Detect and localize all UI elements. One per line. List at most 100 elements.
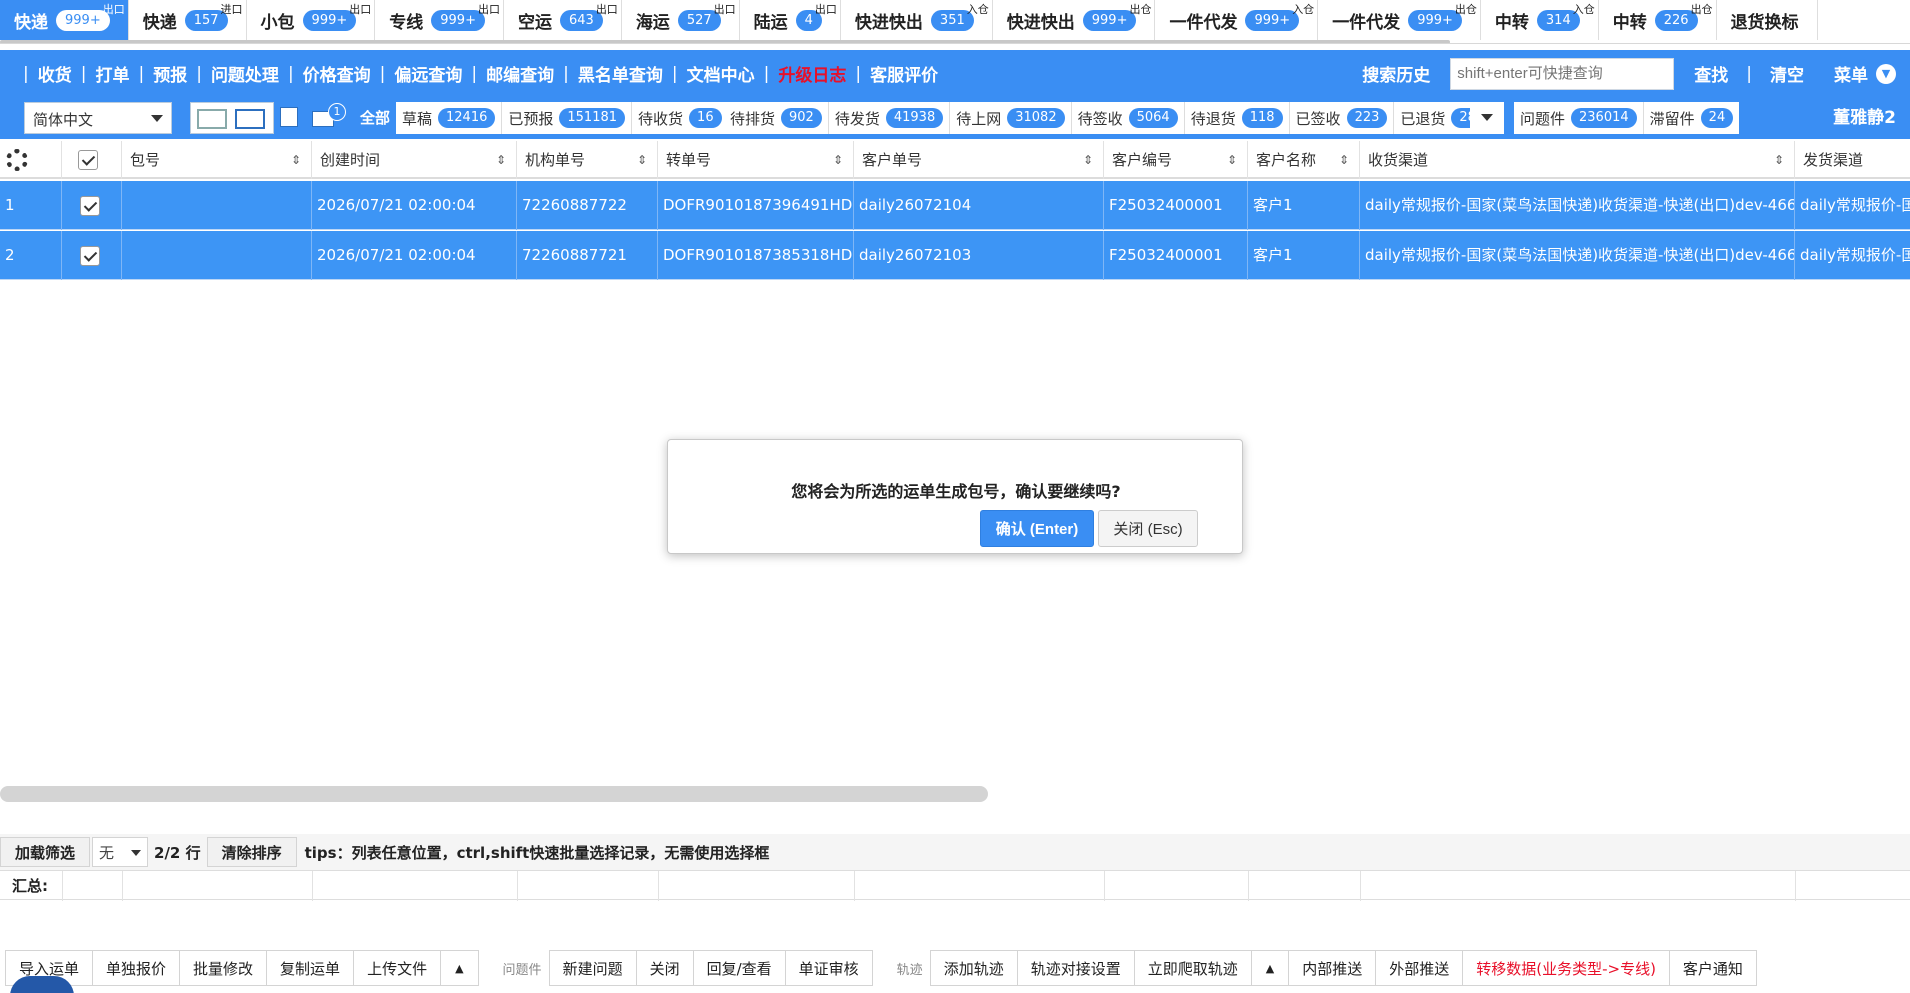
module-tab[interactable]: 中转 314 入仓	[1481, 0, 1599, 40]
gear-icon[interactable]	[6, 149, 28, 171]
current-user[interactable]: 董雅静2	[1833, 97, 1896, 139]
status-tab[interactable]: 待签收 5064	[1072, 102, 1185, 134]
status-tab[interactable]: 待退货 118	[1185, 102, 1290, 134]
status-group-problem: 问题件 236014 滞留件 24	[1514, 102, 1740, 134]
nav-link[interactable]: 预报	[153, 61, 187, 86]
action-button[interactable]: 添加轨迹	[929, 950, 1018, 986]
status-tab[interactable]: 已预报 151181	[502, 102, 633, 134]
quick-search-input[interactable]	[1450, 57, 1675, 90]
nav-link[interactable]: 升级日志	[778, 61, 846, 86]
action-button[interactable]: 回复/查看	[692, 950, 786, 986]
nav-link[interactable]: 问题处理	[211, 61, 279, 86]
module-tab[interactable]: 退货换标	[1717, 0, 1818, 40]
sort-icon[interactable]: ⇕	[833, 141, 843, 179]
customer-notify-button[interactable]: 客户通知	[1668, 950, 1757, 986]
module-tab[interactable]: 中转 226 出仓	[1599, 0, 1717, 40]
module-tab[interactable]: 小包 999+ 出口	[247, 0, 376, 40]
module-tab[interactable]: 快递 999+ 出口	[0, 0, 129, 40]
single-view-icon[interactable]	[235, 109, 265, 129]
list-icon[interactable]	[280, 107, 298, 127]
column-header[interactable]: 创建时间 ⇕	[312, 141, 517, 179]
action-button[interactable]: 复制运单	[266, 950, 355, 986]
clear-sort-button[interactable]: 清除排序	[206, 837, 297, 867]
confirm-button[interactable]: 确认 (Enter)	[980, 510, 1094, 547]
module-tab[interactable]: 快递 157 进口	[129, 0, 247, 40]
sort-icon[interactable]: ⇕	[496, 141, 506, 179]
status-tab-all[interactable]: 全部	[352, 102, 398, 134]
select-all-checkbox[interactable]	[78, 150, 98, 170]
column-header[interactable]: 机构单号 ⇕	[517, 141, 658, 179]
search-history-link[interactable]: 搜索历史	[1362, 61, 1430, 86]
split-view-icon[interactable]	[197, 109, 227, 129]
row-checkbox[interactable]	[80, 196, 100, 216]
filter-select[interactable]: 无	[92, 837, 149, 867]
language-select[interactable]: 简体中文	[24, 102, 172, 134]
action-button[interactable]: 单独报价	[92, 950, 181, 986]
action-button[interactable]: 新建问题	[548, 950, 637, 986]
module-tab[interactable]: 一件代发 999+ 出仓	[1318, 0, 1481, 40]
menu-button[interactable]: 菜单 ▼	[1834, 61, 1896, 86]
status-tab[interactable]: 待排货 902	[724, 102, 829, 134]
status-tab[interactable]: 问题件 236014	[1514, 102, 1644, 134]
status-tab[interactable]: 待上网 31082	[950, 102, 1072, 134]
module-tab-direction: 出仓	[1690, 3, 1713, 16]
nav-link[interactable]: 黑名单查询	[578, 61, 663, 86]
module-tab[interactable]: 空运 643 出口	[504, 0, 622, 40]
transfer-data-button[interactable]: 转移数据(业务类型->专线)	[1462, 950, 1670, 986]
action-button[interactable]: 内部推送	[1288, 950, 1377, 986]
expand-up-icon[interactable]: ▲	[1250, 950, 1290, 986]
sort-icon[interactable]: ⇕	[1227, 141, 1237, 179]
tab-scrollbar[interactable]	[0, 40, 1450, 43]
nav-link[interactable]: 打单	[95, 61, 129, 86]
column-header[interactable]: 客户单号 ⇕	[854, 141, 1104, 179]
sort-icon[interactable]: ⇕	[637, 141, 647, 179]
module-tab[interactable]: 一件代发 999+ 入仓	[1155, 0, 1319, 40]
row-checkbox[interactable]	[80, 246, 100, 266]
module-tab[interactable]: 专线 999+ 出口	[375, 0, 504, 40]
expand-up-icon[interactable]: ▲	[440, 950, 479, 986]
action-button[interactable]: 单证审核	[784, 950, 873, 986]
column-header[interactable]: 发货渠道	[1795, 141, 1910, 179]
cell-customer-name: 客户1	[1248, 231, 1360, 280]
column-header[interactable]: 客户编号 ⇕	[1104, 141, 1248, 179]
action-button[interactable]: 关闭	[635, 950, 694, 986]
status-tab[interactable]: 草稿 12416	[396, 102, 503, 134]
column-header[interactable]: 包号 ⇕	[122, 141, 312, 179]
status-tab[interactable]: 待收货 16	[632, 102, 728, 134]
nav-link[interactable]: 邮编查询	[486, 61, 554, 86]
nav-link[interactable]: 收货	[38, 61, 72, 86]
sort-icon[interactable]: ⇕	[1774, 141, 1784, 179]
status-tab-label: 草稿	[402, 109, 433, 128]
action-button[interactable]: 立即爬取轨迹	[1133, 950, 1252, 986]
action-button[interactable]: 外部推送	[1375, 950, 1464, 986]
clear-button[interactable]: 清空	[1770, 61, 1804, 86]
sort-icon[interactable]: ⇕	[1339, 141, 1349, 179]
status-tab[interactable]: 滞留件 24	[1644, 102, 1740, 134]
status-more-dropdown[interactable]	[1470, 102, 1504, 134]
status-tab[interactable]: 已签收 223	[1290, 102, 1395, 134]
sort-icon[interactable]: ⇕	[1083, 141, 1093, 179]
nav-link[interactable]: 文档中心	[687, 61, 755, 86]
table-row[interactable]: 1 2026/07/21 02:00:04 72260887722 DOFR90101…	[0, 181, 1910, 230]
column-header[interactable]: 收货渠道 ⇕	[1360, 141, 1795, 179]
action-button[interactable]: 轨迹对接设置	[1016, 950, 1135, 986]
find-button[interactable]: 查找	[1694, 61, 1728, 86]
table-row[interactable]: 2 2026/07/21 02:00:04 72260887721 DOFR90101…	[0, 231, 1910, 280]
horizontal-scrollbar[interactable]	[0, 786, 988, 802]
nav-link[interactable]: 偏远查询	[394, 61, 462, 86]
module-tab[interactable]: 快进快出 351 入仓	[841, 0, 993, 40]
status-tab[interactable]: 待发货 41938	[829, 102, 951, 134]
module-tab[interactable]: 海运 527 出口	[622, 0, 740, 40]
action-button[interactable]: 批量修改	[179, 950, 268, 986]
sort-icon[interactable]: ⇕	[291, 141, 301, 179]
close-button[interactable]: 关闭 (Esc)	[1098, 510, 1198, 547]
action-button[interactable]: 上传文件	[353, 950, 442, 986]
column-header[interactable]: 客户名称 ⇕	[1248, 141, 1360, 179]
help-bubble[interactable]	[10, 976, 74, 993]
module-tab[interactable]: 陆运 4 出口	[740, 0, 841, 40]
load-filter-button[interactable]: 加载筛选	[0, 837, 91, 867]
nav-link[interactable]: 价格查询	[303, 61, 371, 86]
module-tab[interactable]: 快进快出 999+ 出仓	[993, 0, 1156, 40]
column-header[interactable]: 转单号 ⇕	[658, 141, 854, 179]
nav-link[interactable]: 客服评价	[870, 61, 938, 86]
